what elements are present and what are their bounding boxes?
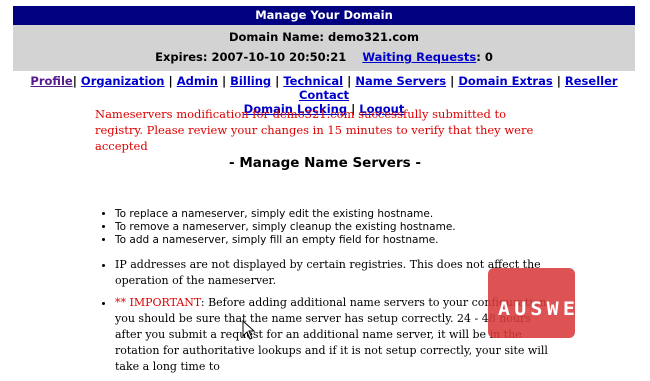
section-heading: - Manage Name Servers - — [229, 155, 421, 171]
important-label: ** IMPORTANT — [115, 296, 201, 309]
page-title-bar: Manage Your Domain — [13, 6, 635, 25]
domain-name-label: Domain Name: — [228, 30, 325, 44]
waiting-requests-link[interactable]: Waiting Requests — [362, 50, 476, 64]
nav-billing-link[interactable]: Billing — [230, 74, 271, 88]
nav-organization-link[interactable]: Organization — [81, 74, 165, 88]
instruction-item: To add a nameserver, simply fill an empt… — [115, 234, 456, 247]
domain-info-box: Domain Name: demo321.com Expires: 2007-1… — [13, 25, 635, 71]
instructions-list: To replace a nameserver, simply edit the… — [100, 208, 456, 247]
notes-list: IP addresses are not displayed by certai… — [100, 257, 555, 381]
success-message: Nameservers modification for demo321.com… — [95, 107, 534, 153]
waiting-colon: : — [476, 50, 481, 64]
instruction-item: To remove a nameserver, simply cleanup t… — [115, 221, 456, 234]
nav-admin-link[interactable]: Admin — [177, 74, 218, 88]
instruction-item: To replace a nameserver, simply edit the… — [115, 208, 456, 221]
nav-technical-link[interactable]: Technical — [283, 74, 343, 88]
expires-value: 2007-10-10 20:50:21 — [211, 50, 347, 64]
domain-name-row: Domain Name: demo321.com — [13, 30, 635, 44]
nav-domain-extras-link[interactable]: Domain Extras — [458, 74, 552, 88]
nav-name-servers-link[interactable]: Name Servers — [355, 74, 446, 88]
expires-row: Expires: 2007-10-10 20:50:21 Waiting Req… — [13, 50, 635, 64]
expires-label: Expires: — [155, 50, 208, 64]
nav-profile-link[interactable]: Profile — [30, 74, 72, 88]
domain-name-value: demo321.com — [328, 30, 420, 44]
page-title: Manage Your Domain — [255, 8, 393, 22]
ausweb-logo-text: AUSWEB — [498, 298, 596, 320]
waiting-requests-count: 0 — [484, 50, 493, 64]
mouse-cursor-icon — [242, 320, 256, 340]
